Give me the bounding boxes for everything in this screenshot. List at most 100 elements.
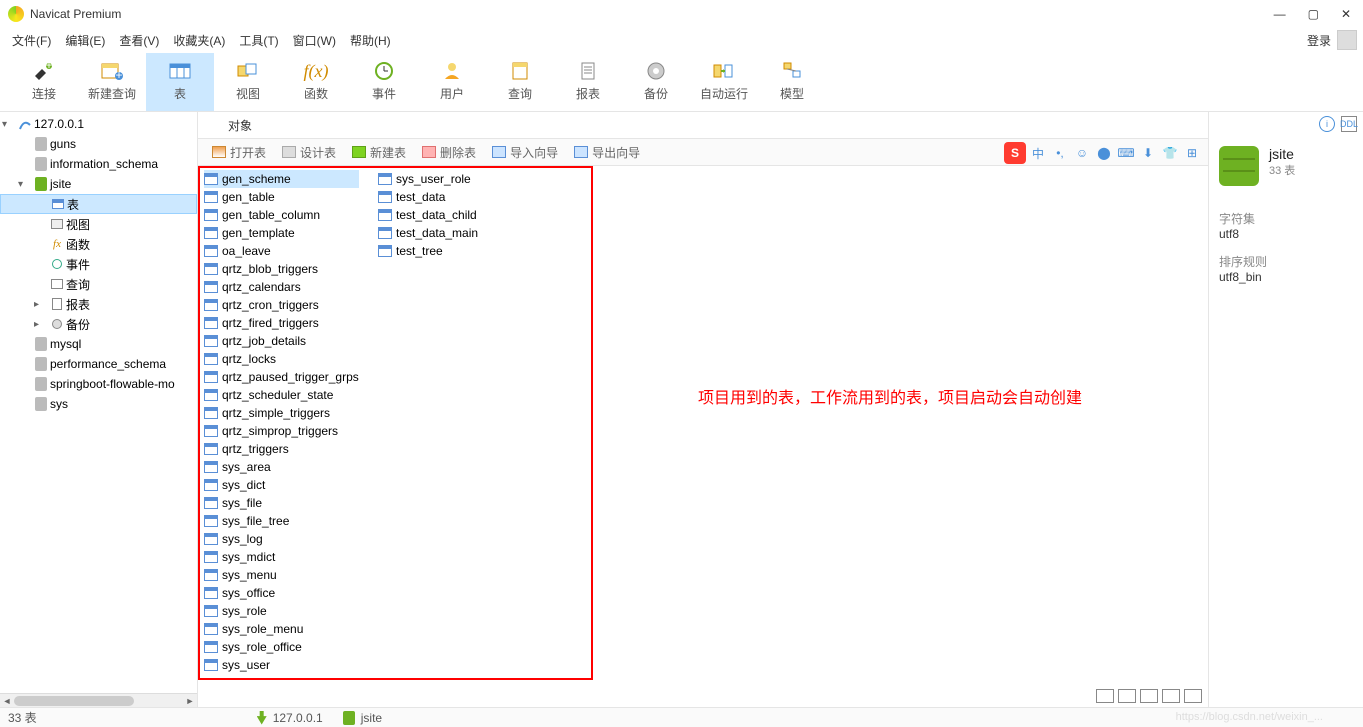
menu-view[interactable]: 查看(V) [113,30,165,51]
view-mode-detail-icon[interactable] [1118,689,1136,703]
sogou-badge-icon[interactable]: S [1004,142,1026,164]
maximize-button[interactable]: ▢ [1308,7,1319,21]
tool-function[interactable]: f(x) 函数 [282,53,350,111]
tree-db-child[interactable]: 表 [0,194,197,214]
table-item[interactable]: gen_table [204,188,359,206]
table-item[interactable]: gen_table_column [204,206,359,224]
table-item[interactable]: sys_menu [204,566,359,584]
ime-keyboard-button[interactable]: ⌨ [1116,143,1136,163]
open-table-button[interactable]: 打开表 [206,142,272,163]
ime-punct-button[interactable]: •, [1050,143,1070,163]
ime-skin-button[interactable]: 👕 [1160,143,1180,163]
tree-db-child[interactable]: 视图 [0,214,197,234]
tree-database[interactable]: springboot-flowable-mo [0,374,197,394]
table-item[interactable]: test_data_main [378,224,478,242]
ime-emoji-button[interactable]: ☺ [1072,143,1092,163]
tool-query[interactable]: 查询 [486,53,554,111]
tool-autorun[interactable]: 自动运行 [690,53,758,111]
ime-lang-button[interactable]: 中 [1028,143,1048,163]
table-item[interactable]: sys_file_tree [204,512,359,530]
export-wizard-button[interactable]: 导出向导 [568,142,646,163]
tool-table[interactable]: 表 [146,53,214,111]
table-item[interactable]: sys_mdict [204,548,359,566]
tool-backup[interactable]: 备份 [622,53,690,111]
table-item[interactable]: test_data_child [378,206,478,224]
import-wizard-button[interactable]: 导入向导 [486,142,564,163]
view-mode-er-icon[interactable] [1140,689,1158,703]
ddl-icon[interactable]: DDL [1341,116,1357,132]
view-mode-large-icon[interactable] [1184,689,1202,703]
table-item[interactable]: gen_scheme [204,170,359,188]
table-item[interactable]: sys_office [204,584,359,602]
ime-down-button[interactable]: ⬇ [1138,143,1158,163]
tree-db-child[interactable]: ▸报表 [0,294,197,314]
tree-database[interactable]: sys [0,394,197,414]
tree-db-child[interactable]: 事件 [0,254,197,274]
table-icon [378,191,392,203]
table-item[interactable]: qrtz_blob_triggers [204,260,359,278]
table-item[interactable]: gen_template [204,224,359,242]
tool-model[interactable]: 模型 [758,53,826,111]
ime-grid-button[interactable]: ⊞ [1182,143,1202,163]
object-tab[interactable]: 对象 [216,113,264,138]
tool-event[interactable]: 事件 [350,53,418,111]
tool-connection[interactable]: + 连接 [10,53,78,111]
menu-help[interactable]: 帮助(H) [344,30,397,51]
table-item[interactable]: qrtz_cron_triggers [204,296,359,314]
tree-db-child[interactable]: 查询 [0,274,197,294]
scroll-thumb[interactable] [14,696,134,706]
tree-db-child[interactable]: fx函数 [0,234,197,254]
menu-favorites[interactable]: 收藏夹(A) [167,30,231,51]
table-item[interactable]: qrtz_calendars [204,278,359,296]
table-item[interactable]: sys_role_office [204,638,359,656]
tree-database[interactable]: guns [0,134,197,154]
view-mode-grid-icon[interactable] [1162,689,1180,703]
table-item[interactable]: qrtz_simple_triggers [204,404,359,422]
tool-user[interactable]: 用户 [418,53,486,111]
table-item[interactable]: qrtz_job_details [204,332,359,350]
table-item[interactable]: oa_leave [204,242,359,260]
tree-db-child[interactable]: ▸备份 [0,314,197,334]
table-icon [204,317,218,329]
new-table-button[interactable]: 新建表 [346,142,412,163]
table-item[interactable]: qrtz_simprop_triggers [204,422,359,440]
tool-view[interactable]: 视图 [214,53,282,111]
close-button[interactable]: ✕ [1341,7,1351,21]
table-item[interactable]: sys_role_menu [204,620,359,638]
delete-table-button[interactable]: 删除表 [416,142,482,163]
tree-connection[interactable]: ▾ 127.0.0.1 [0,114,197,134]
ime-voice-button[interactable]: ⬤ [1094,143,1114,163]
table-item[interactable]: qrtz_locks [204,350,359,368]
table-item[interactable]: sys_role [204,602,359,620]
table-item[interactable]: sys_log [204,530,359,548]
scroll-right-icon[interactable]: ► [183,694,197,707]
menu-window[interactable]: 窗口(W) [287,30,342,51]
minimize-button[interactable]: — [1274,7,1286,21]
menu-edit[interactable]: 编辑(E) [59,30,111,51]
sidebar-scrollbar[interactable]: ◄ ► [0,693,197,707]
tool-new-query[interactable]: + 新建查询 [78,53,146,111]
view-mode-list-icon[interactable] [1096,689,1114,703]
table-item[interactable]: test_data [378,188,478,206]
design-table-button[interactable]: 设计表 [276,142,342,163]
table-item[interactable]: sys_area [204,458,359,476]
tree-database[interactable]: information_schema [0,154,197,174]
tree-database[interactable]: performance_schema [0,354,197,374]
menu-tools[interactable]: 工具(T) [233,30,284,51]
table-item[interactable]: sys_user_role [378,170,478,188]
table-item[interactable]: qrtz_fired_triggers [204,314,359,332]
tree-database[interactable]: mysql [0,334,197,354]
table-item[interactable]: qrtz_paused_trigger_grps [204,368,359,386]
scroll-left-icon[interactable]: ◄ [0,694,14,707]
table-item[interactable]: sys_dict [204,476,359,494]
table-item[interactable]: qrtz_scheduler_state [204,386,359,404]
table-item[interactable]: sys_file [204,494,359,512]
table-item[interactable]: sys_user [204,656,359,674]
tree-database[interactable]: ▾jsite [0,174,197,194]
table-item[interactable]: test_tree [378,242,478,260]
login-area[interactable]: 登录 [1307,30,1357,50]
table-item[interactable]: qrtz_triggers [204,440,359,458]
tool-report[interactable]: 报表 [554,53,622,111]
info-icon[interactable]: i [1319,116,1335,132]
menu-file[interactable]: 文件(F) [6,30,57,51]
